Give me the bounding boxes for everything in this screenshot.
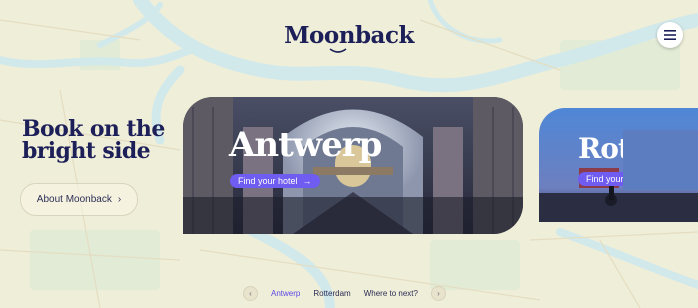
hamburger-menu-icon [664,30,676,40]
about-moonback-button[interactable]: About Moonback › [20,183,138,216]
chevron-right-icon: › [117,194,122,205]
pager-prev-button[interactable]: ‹ [243,285,258,301]
brand-logo[interactable]: Moonback [0,22,698,53]
hero-title-line1: Book on the [22,116,165,142]
pager-link-antwerp[interactable]: Antwerp [271,289,300,298]
about-button-label: About Moonback [36,194,112,205]
pager-link-where-next[interactable]: Where to next? [364,289,418,298]
city-pager: ‹ Antwerp Rotterdam Where to next? › [243,284,446,302]
city-card-antwerp[interactable]: Antwerp Find your hotel → [183,97,523,234]
brand-name: Moonback [284,22,414,49]
chevron-right-icon: › [437,288,440,298]
card-city-name: Antwerp [229,125,382,165]
pager-next-button[interactable]: › [430,285,446,301]
chevron-left-icon: ‹ [249,288,252,298]
cta-label: Find your [586,174,624,184]
menu-button[interactable] [657,22,683,48]
hero-headline: Book on the bright side [22,118,172,162]
antwerp-station-photo [183,97,523,234]
cta-label: Find your hotel [238,176,298,186]
find-hotel-button[interactable]: Find your hotel → [230,174,320,188]
hero-title-line2: bright side [22,138,151,164]
pager-link-rotterdam[interactable]: Rotterdam [313,289,350,298]
arrow-right-icon: → [302,176,312,186]
logo-swoosh-icon [329,48,347,53]
overlay-panel [623,130,698,190]
